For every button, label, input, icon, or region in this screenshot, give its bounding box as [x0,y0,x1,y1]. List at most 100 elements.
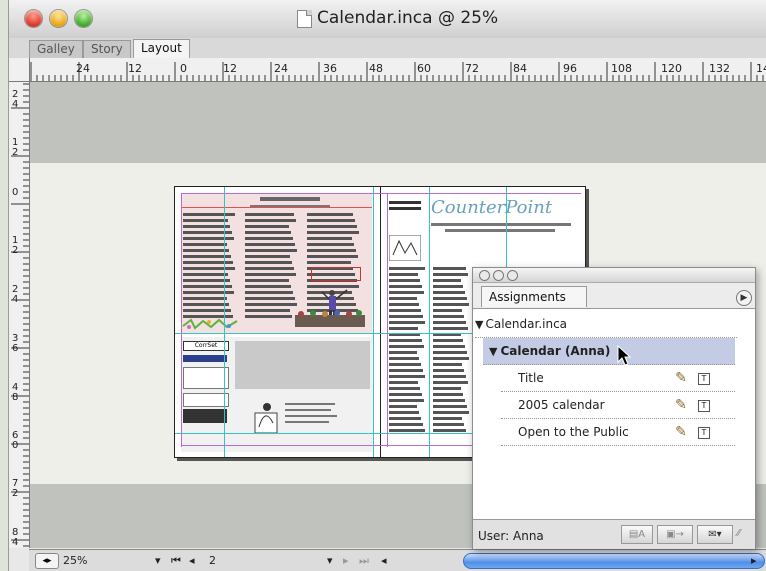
greeked-text-line [433,273,468,276]
resize-grip-icon[interactable]: ⁄⁄ [737,528,749,540]
zoom-button[interactable] [75,10,92,27]
greeked-text-line [433,345,465,348]
greeked-text-line [433,285,463,288]
close-button[interactable] [25,10,42,27]
greeked-text-line [183,303,229,306]
package-assignment-button[interactable]: ✉▾ [697,525,733,544]
greeked-text-line [245,219,296,222]
chevron-down-icon[interactable]: ▾ [155,554,161,567]
greeked-text-line [389,297,417,300]
tab-story[interactable]: Story [83,40,131,58]
ruler-label: 12 [223,62,237,75]
orchestra-illustration [388,234,422,262]
greeked-text-line [389,291,424,294]
first-page-icon[interactable]: ⏮ [171,554,181,568]
tree-item-file[interactable]: ▼ Calendar.inca [475,311,737,338]
greeked-text-line [245,249,297,252]
greeked-text-line [433,315,464,318]
next-page-icon[interactable]: ▸ [343,554,349,567]
greeked-text-line [307,225,357,228]
update-assignment-button[interactable]: ▣→ [657,525,693,544]
greeked-text-line [389,285,422,288]
ruler-label: 14 [756,62,766,75]
text-frame-icon: T [698,400,710,412]
pencil-icon[interactable]: ✎ [673,370,689,386]
greeked-text-line [245,267,294,270]
scroll-left-icon[interactable]: ◂ [381,554,387,567]
greeked-text-line [307,219,355,222]
greeked-text-line [433,291,465,294]
greeked-text-line [183,219,228,222]
greeked-text-line [433,429,466,432]
headline-block [260,197,320,201]
greeked-text-line [389,411,419,414]
view-tab-bar: Galley Story Layout [9,38,766,59]
vertical-ruler[interactable]: 24 12 0 12 24 36 48 60 72 84 [9,58,30,548]
greeked-text-line [389,273,418,276]
window-title: Calendar.inca @ 25% [317,8,499,28]
greeked-text-line [433,267,466,270]
greeked-text-line [433,381,468,384]
pianist-illustration [245,393,375,445]
panel-menu-button[interactable]: ▶ [736,290,752,306]
greeked-text-line [245,285,291,288]
greeked-text-line [245,273,296,276]
ruler-label: 0 [12,187,19,198]
minimize-button[interactable] [50,10,67,27]
greeked-text-line [307,261,351,264]
greeked-text-line [433,297,467,300]
greeked-text-line [183,213,235,216]
greeked-text-line [389,387,420,390]
greeked-text-line [307,243,354,246]
panel-close-button[interactable] [479,270,490,281]
disclosure-triangle-icon[interactable]: ▼ [475,318,483,331]
greeked-text-line [433,411,469,414]
greeked-text-line [389,327,418,330]
greeked-text-line [389,417,421,420]
greeked-text-line [433,399,465,402]
greeked-text-line [245,315,292,318]
ruler-label: 72 [465,62,479,75]
tab-galley[interactable]: Galley [29,40,83,58]
panel-zoom-button[interactable] [507,270,518,281]
tab-layout[interactable]: Layout [133,39,190,59]
greeked-text-line [433,279,461,282]
panel-title-bar[interactable] [473,268,755,283]
pencil-icon[interactable]: ✎ [673,397,689,413]
zoom-level[interactable]: 25% [63,554,87,567]
new-assignment-button[interactable]: ▤A [621,525,653,544]
zoom-stepper[interactable]: ◂▸ [35,553,59,569]
page-number[interactable]: 2 [209,554,216,567]
current-user: User: Anna [478,529,544,543]
greeked-text-line [245,303,297,306]
ruler-label: 132 [709,62,730,75]
greeked-text-line [433,423,464,426]
chevron-down-icon[interactable]: ▾ [327,554,333,567]
greeked-text-line [245,243,295,246]
ruler-origin[interactable] [9,58,30,82]
ruler-label: 108 [611,62,632,75]
last-page-icon[interactable]: ⏭ [359,554,369,568]
tree-item-assignment[interactable]: ▼ Calendar (Anna) [483,338,735,365]
greeked-text-line [433,327,468,330]
ruler-label: 96 [563,62,577,75]
previous-page-icon[interactable]: ◂ [189,554,195,567]
greeked-text-line [389,399,424,402]
scroll-right-icon[interactable]: ▸ [751,554,757,567]
greeked-text-line [389,369,423,372]
horizontal-ruler[interactable]: 24 12 0 12 24 36 48 60 72 84 96 108 120 … [29,58,766,82]
greeked-text-line [389,393,422,396]
tab-assignments[interactable]: Assignments [481,286,587,307]
greeked-text-line [433,375,466,378]
greeked-text-line [433,321,466,324]
pencil-icon[interactable]: ✎ [673,424,689,440]
text-frame-icon: T [698,373,710,385]
disclosure-triangle-icon[interactable]: ▼ [489,345,497,358]
ruler-label: 60 [12,430,19,451]
greeked-text-line [389,351,417,354]
ruler-label: 24 [76,62,90,75]
horizontal-scrollbar-thumb[interactable] [463,553,765,569]
title-bar[interactable]: Calendar.inca @ 25% [9,0,766,39]
greeked-text-line [389,345,424,348]
panel-minimize-button[interactable] [493,270,504,281]
